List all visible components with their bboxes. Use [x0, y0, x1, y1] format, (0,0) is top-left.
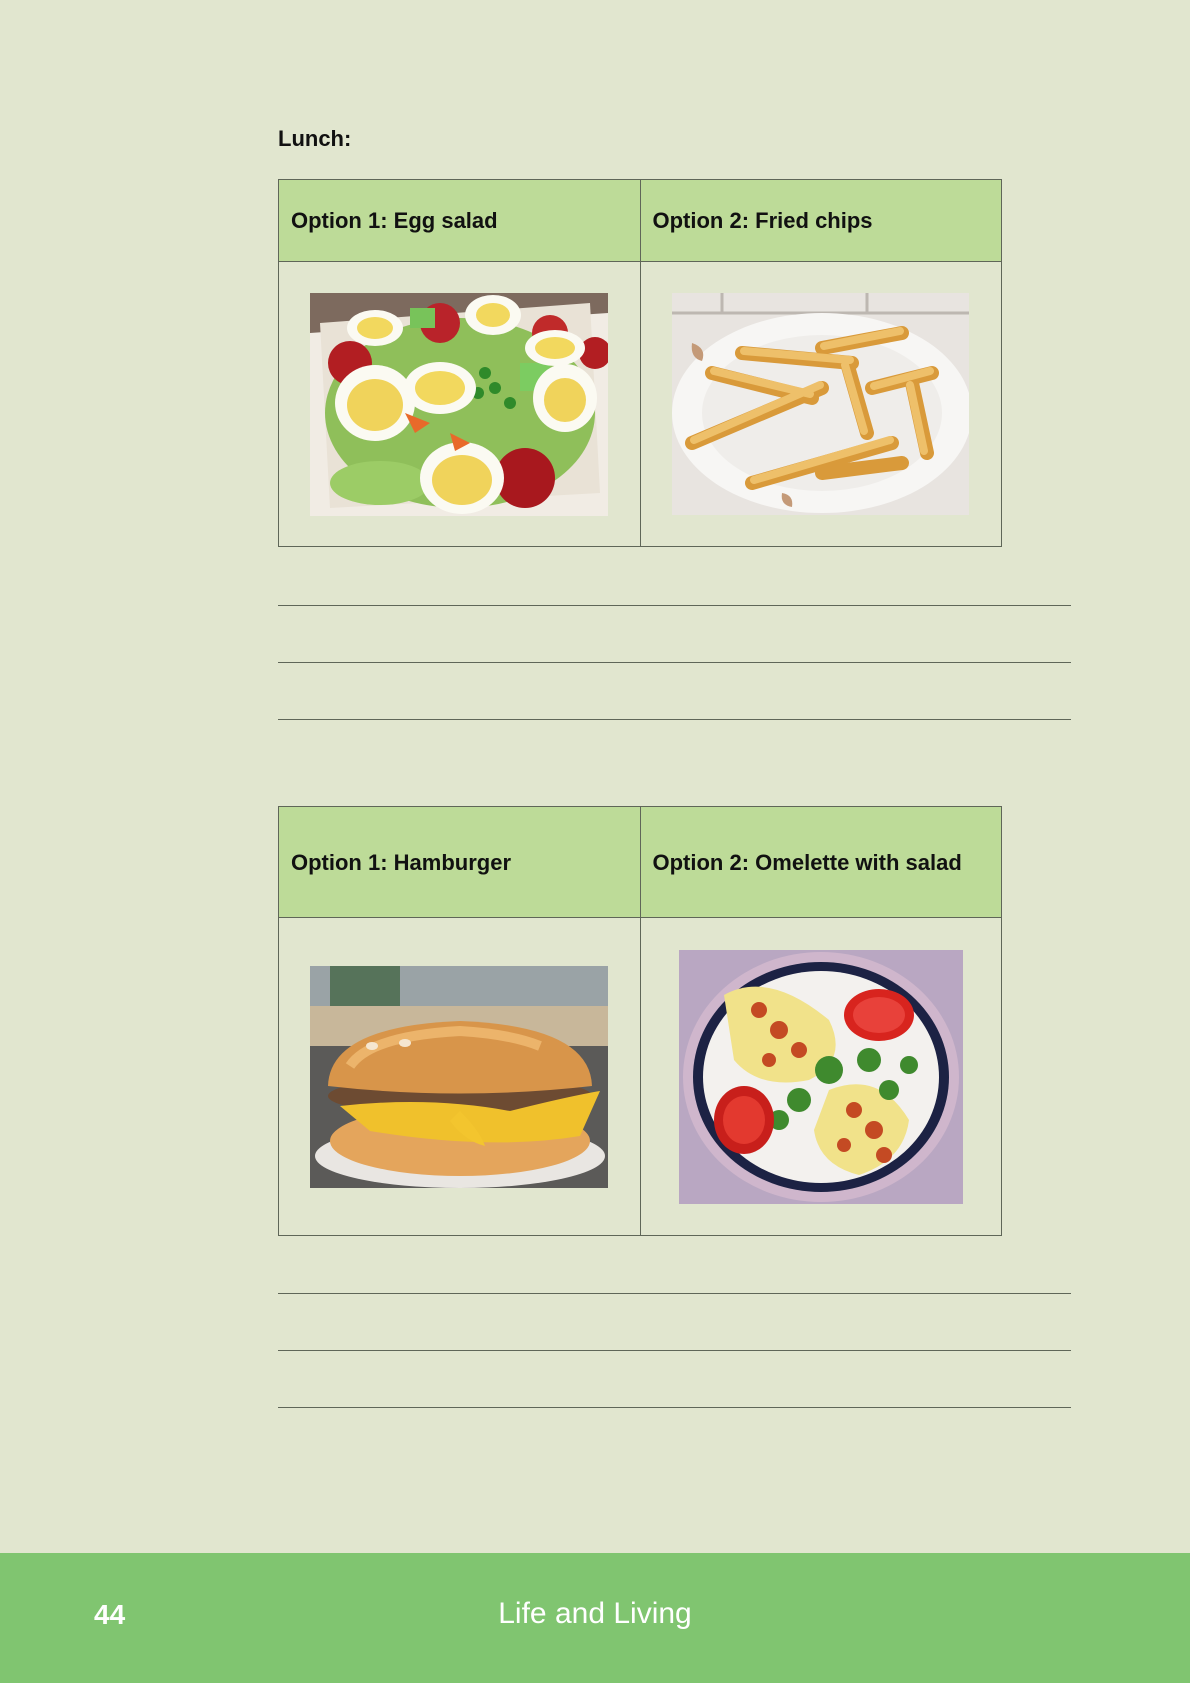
option-1-image-cell	[278, 261, 641, 547]
answer-line	[278, 1350, 1071, 1351]
answer-line	[278, 605, 1071, 606]
answer-line	[278, 662, 1071, 663]
fried-chips-photo	[672, 293, 970, 515]
option-label: Option 1:	[291, 208, 388, 233]
comparison-table-2: Option 1: Hamburger Option 2: Omelette w…	[278, 806, 1002, 1236]
option-food-name: Omelette with salad	[755, 849, 962, 875]
option-1-header: Option 1: Egg salad	[278, 179, 641, 262]
option-2-image-cell	[639, 917, 1002, 1236]
egg-salad-photo	[310, 292, 609, 516]
book-title: Life and Living	[498, 1597, 692, 1630]
option-1-header: Option 1: Hamburger	[278, 806, 641, 918]
option-1-image-cell	[278, 917, 641, 1236]
option-food-name: Fried chips	[755, 208, 873, 233]
answer-line	[278, 719, 1071, 720]
comparison-table-1: Option 1: Egg salad Option 2: Fried chip…	[278, 179, 1002, 547]
option-2-header: Option 2: Omelette with salad	[639, 806, 1002, 918]
option-food-name: Egg salad	[393, 208, 498, 233]
answer-line	[278, 1407, 1071, 1408]
option-label: Option 2:	[652, 208, 750, 233]
option-2-image-cell	[639, 261, 1002, 547]
option-label: Option 2:	[652, 849, 750, 875]
option-label: Option 1:	[291, 849, 388, 875]
option-2-header: Option 2: Fried chips	[639, 179, 1002, 262]
hamburger-photo	[310, 965, 609, 1188]
option-food-name: Hamburger	[393, 849, 512, 875]
page-footer: 44 Life and Living	[0, 1553, 1190, 1683]
answer-line	[278, 1293, 1071, 1294]
omelette-photo	[678, 949, 963, 1204]
section-label: Lunch:	[278, 126, 352, 151]
